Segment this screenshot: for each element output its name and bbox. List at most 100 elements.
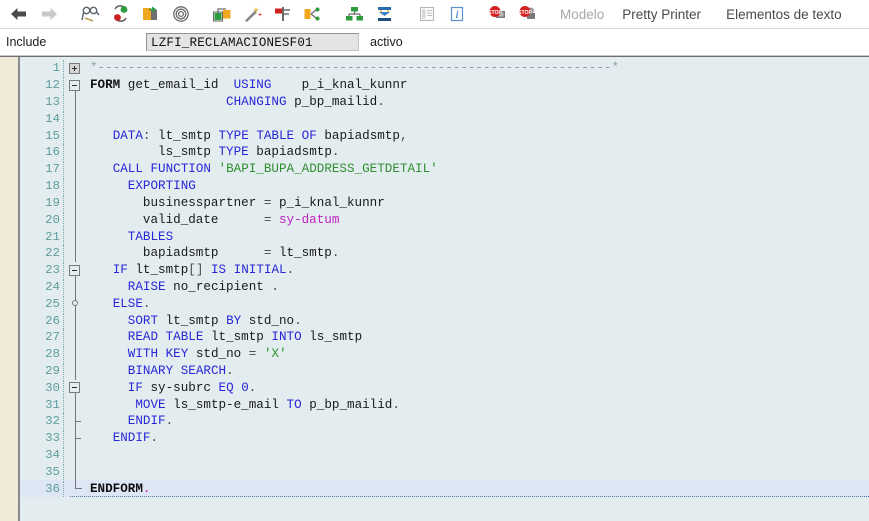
modelo-button[interactable]: Modelo bbox=[551, 7, 613, 22]
line-number: 1 bbox=[20, 60, 64, 77]
documentation-icon[interactable] bbox=[412, 1, 442, 27]
info-icon[interactable]: i bbox=[442, 1, 472, 27]
display-object-list-icon[interactable] bbox=[76, 1, 106, 27]
fold-marker[interactable] bbox=[64, 77, 88, 94]
line-number: 20 bbox=[20, 211, 64, 228]
back-arrow-icon[interactable] bbox=[4, 1, 34, 27]
fold-marker bbox=[64, 110, 88, 128]
code-line[interactable]: 33 ENDIF. bbox=[20, 429, 869, 447]
pattern-icon[interactable] bbox=[166, 1, 196, 27]
elementos-de-texto-button[interactable]: Elementos de texto bbox=[717, 7, 851, 22]
fold-marker bbox=[64, 295, 88, 313]
fold-marker bbox=[64, 194, 88, 212]
code-lines-container[interactable]: 1 *--------------------------------------… bbox=[20, 56, 869, 521]
fold-marker[interactable] bbox=[64, 60, 88, 77]
code-text: MOVE ls_smtp-e_mail TO p_bp_mailid. bbox=[135, 397, 400, 412]
code-text: valid_date = sy-datum bbox=[142, 212, 340, 227]
code-text: IF lt_smtp[] IS INITIAL. bbox=[112, 263, 295, 278]
code-line[interactable]: 15 DATA: lt_smtp TYPE TABLE OF bapiadsmt… bbox=[20, 127, 869, 145]
code-text: ENDFORM. bbox=[90, 481, 151, 496]
code-line[interactable]: 28 WITH KEY std_no = 'X' bbox=[20, 345, 869, 363]
line-number: 35 bbox=[20, 463, 64, 480]
code-line[interactable]: 29 BINARY SEARCH. bbox=[20, 362, 869, 380]
code-line[interactable]: 34 bbox=[20, 446, 869, 464]
fold-marker bbox=[64, 463, 88, 481]
code-text: ELSE. bbox=[112, 296, 151, 311]
line-number: 33 bbox=[20, 430, 64, 447]
code-text: ENDIF. bbox=[112, 431, 159, 446]
code-line[interactable]: 31 MOVE ls_smtp-e_mail TO p_bp_mailid. bbox=[20, 396, 869, 414]
editor-left-margin bbox=[0, 56, 18, 521]
check-syntax-icon[interactable] bbox=[106, 1, 136, 27]
code-text: CALL FUNCTION 'BAPI_BUPA_ADDRESS_GETDETA… bbox=[112, 162, 438, 177]
line-number: 30 bbox=[20, 379, 64, 396]
forward-arrow-icon[interactable] bbox=[34, 1, 64, 27]
watchpoint-icon[interactable]: STOP bbox=[514, 1, 544, 27]
code-line[interactable]: 26 SORT lt_smtp BY std_no. bbox=[20, 312, 869, 330]
line-number: 18 bbox=[20, 178, 64, 195]
line-number: 34 bbox=[20, 447, 64, 464]
enhancement-icon[interactable] bbox=[370, 1, 400, 27]
code-line[interactable]: 25 ELSE. bbox=[20, 295, 869, 313]
fold-marker bbox=[64, 328, 88, 346]
code-text: SORT lt_smtp BY std_no. bbox=[127, 313, 302, 328]
compare-icon[interactable] bbox=[298, 1, 328, 27]
fold-marker bbox=[64, 345, 88, 363]
fold-marker bbox=[64, 429, 88, 447]
object-navigator-icon[interactable] bbox=[340, 1, 370, 27]
pattern-wand-icon[interactable] bbox=[238, 1, 268, 27]
code-line[interactable]: 36 ENDFORM. bbox=[20, 480, 869, 498]
code-line[interactable]: 27 READ TABLE lt_smtp INTO ls_smtp bbox=[20, 328, 869, 346]
line-number: 12 bbox=[20, 77, 64, 94]
line-number: 29 bbox=[20, 363, 64, 380]
code-text: IF sy-subrc EQ 0. bbox=[127, 380, 257, 395]
line-number: 24 bbox=[20, 278, 64, 295]
where-used-icon[interactable] bbox=[208, 1, 238, 27]
fold-marker[interactable] bbox=[64, 379, 88, 397]
fold-marker bbox=[64, 127, 88, 145]
code-text: FORM get_email_id USING p_i_knal_kunnr bbox=[90, 78, 408, 93]
code-line[interactable]: 1 *--------------------------------------… bbox=[20, 60, 869, 77]
code-line[interactable]: 19 businesspartner = p_i_knal_kunnr bbox=[20, 194, 869, 212]
code-text: READ TABLE lt_smtp INTO ls_smtp bbox=[127, 330, 363, 345]
object-name-input[interactable]: LZFI_RECLAMACIONESF01 bbox=[146, 33, 359, 51]
code-line[interactable]: 21 TABLES bbox=[20, 228, 869, 246]
code-line[interactable]: 20 valid_date = sy-datum bbox=[20, 211, 869, 229]
fold-marker bbox=[64, 412, 88, 430]
code-line[interactable]: 30 IF sy-subrc EQ 0. bbox=[20, 379, 869, 397]
fold-marker bbox=[64, 244, 88, 262]
pretty-printer-button[interactable]: Pretty Printer bbox=[613, 7, 710, 22]
fold-marker bbox=[64, 278, 88, 296]
code-text: DATA: lt_smtp TYPE TABLE OF bapiadsmtp, bbox=[112, 128, 408, 143]
code-line[interactable]: 35 bbox=[20, 463, 869, 481]
activate-icon[interactable] bbox=[136, 1, 166, 27]
pretty-printer-icon[interactable] bbox=[268, 1, 298, 27]
object-type-label: Include bbox=[6, 35, 47, 49]
svg-text:STOP: STOP bbox=[518, 10, 533, 16]
line-number: 14 bbox=[20, 110, 64, 127]
code-line[interactable]: 22 bapiadsmtp = lt_smtp. bbox=[20, 244, 869, 262]
code-line[interactable]: 17 CALL FUNCTION 'BAPI_BUPA_ADDRESS_GETD… bbox=[20, 160, 869, 178]
line-number: 16 bbox=[20, 144, 64, 161]
breakpoint-icon[interactable]: STOP bbox=[484, 1, 514, 27]
line-number: 27 bbox=[20, 329, 64, 346]
code-line[interactable]: 23 IF lt_smtp[] IS INITIAL. bbox=[20, 262, 869, 279]
code-line[interactable]: 13 CHANGING p_bp_mailid. bbox=[20, 93, 869, 111]
fold-marker bbox=[64, 446, 88, 464]
code-line[interactable]: 12 FORM get_email_id USING p_i_knal_kunnr bbox=[20, 77, 869, 94]
code-line[interactable]: 16 ls_smtp TYPE bapiadsmtp. bbox=[20, 143, 869, 161]
fold-marker bbox=[64, 362, 88, 380]
code-text: bapiadsmtp = lt_smtp. bbox=[142, 246, 340, 261]
code-line[interactable]: 18 EXPORTING bbox=[20, 177, 869, 195]
line-number: 28 bbox=[20, 346, 64, 363]
code-text: ENDIF. bbox=[127, 414, 174, 429]
code-line[interactable]: 14 bbox=[20, 110, 869, 128]
line-number: 26 bbox=[20, 312, 64, 329]
code-text: EXPORTING bbox=[127, 179, 196, 194]
line-number: 36 bbox=[20, 480, 64, 497]
code-line[interactable]: 32 ENDIF. bbox=[20, 412, 869, 430]
fold-marker[interactable] bbox=[64, 262, 88, 279]
code-line[interactable]: 24 RAISE no_recipient . bbox=[20, 278, 869, 296]
svg-text:STOP: STOP bbox=[488, 10, 503, 16]
line-number: 32 bbox=[20, 413, 64, 430]
